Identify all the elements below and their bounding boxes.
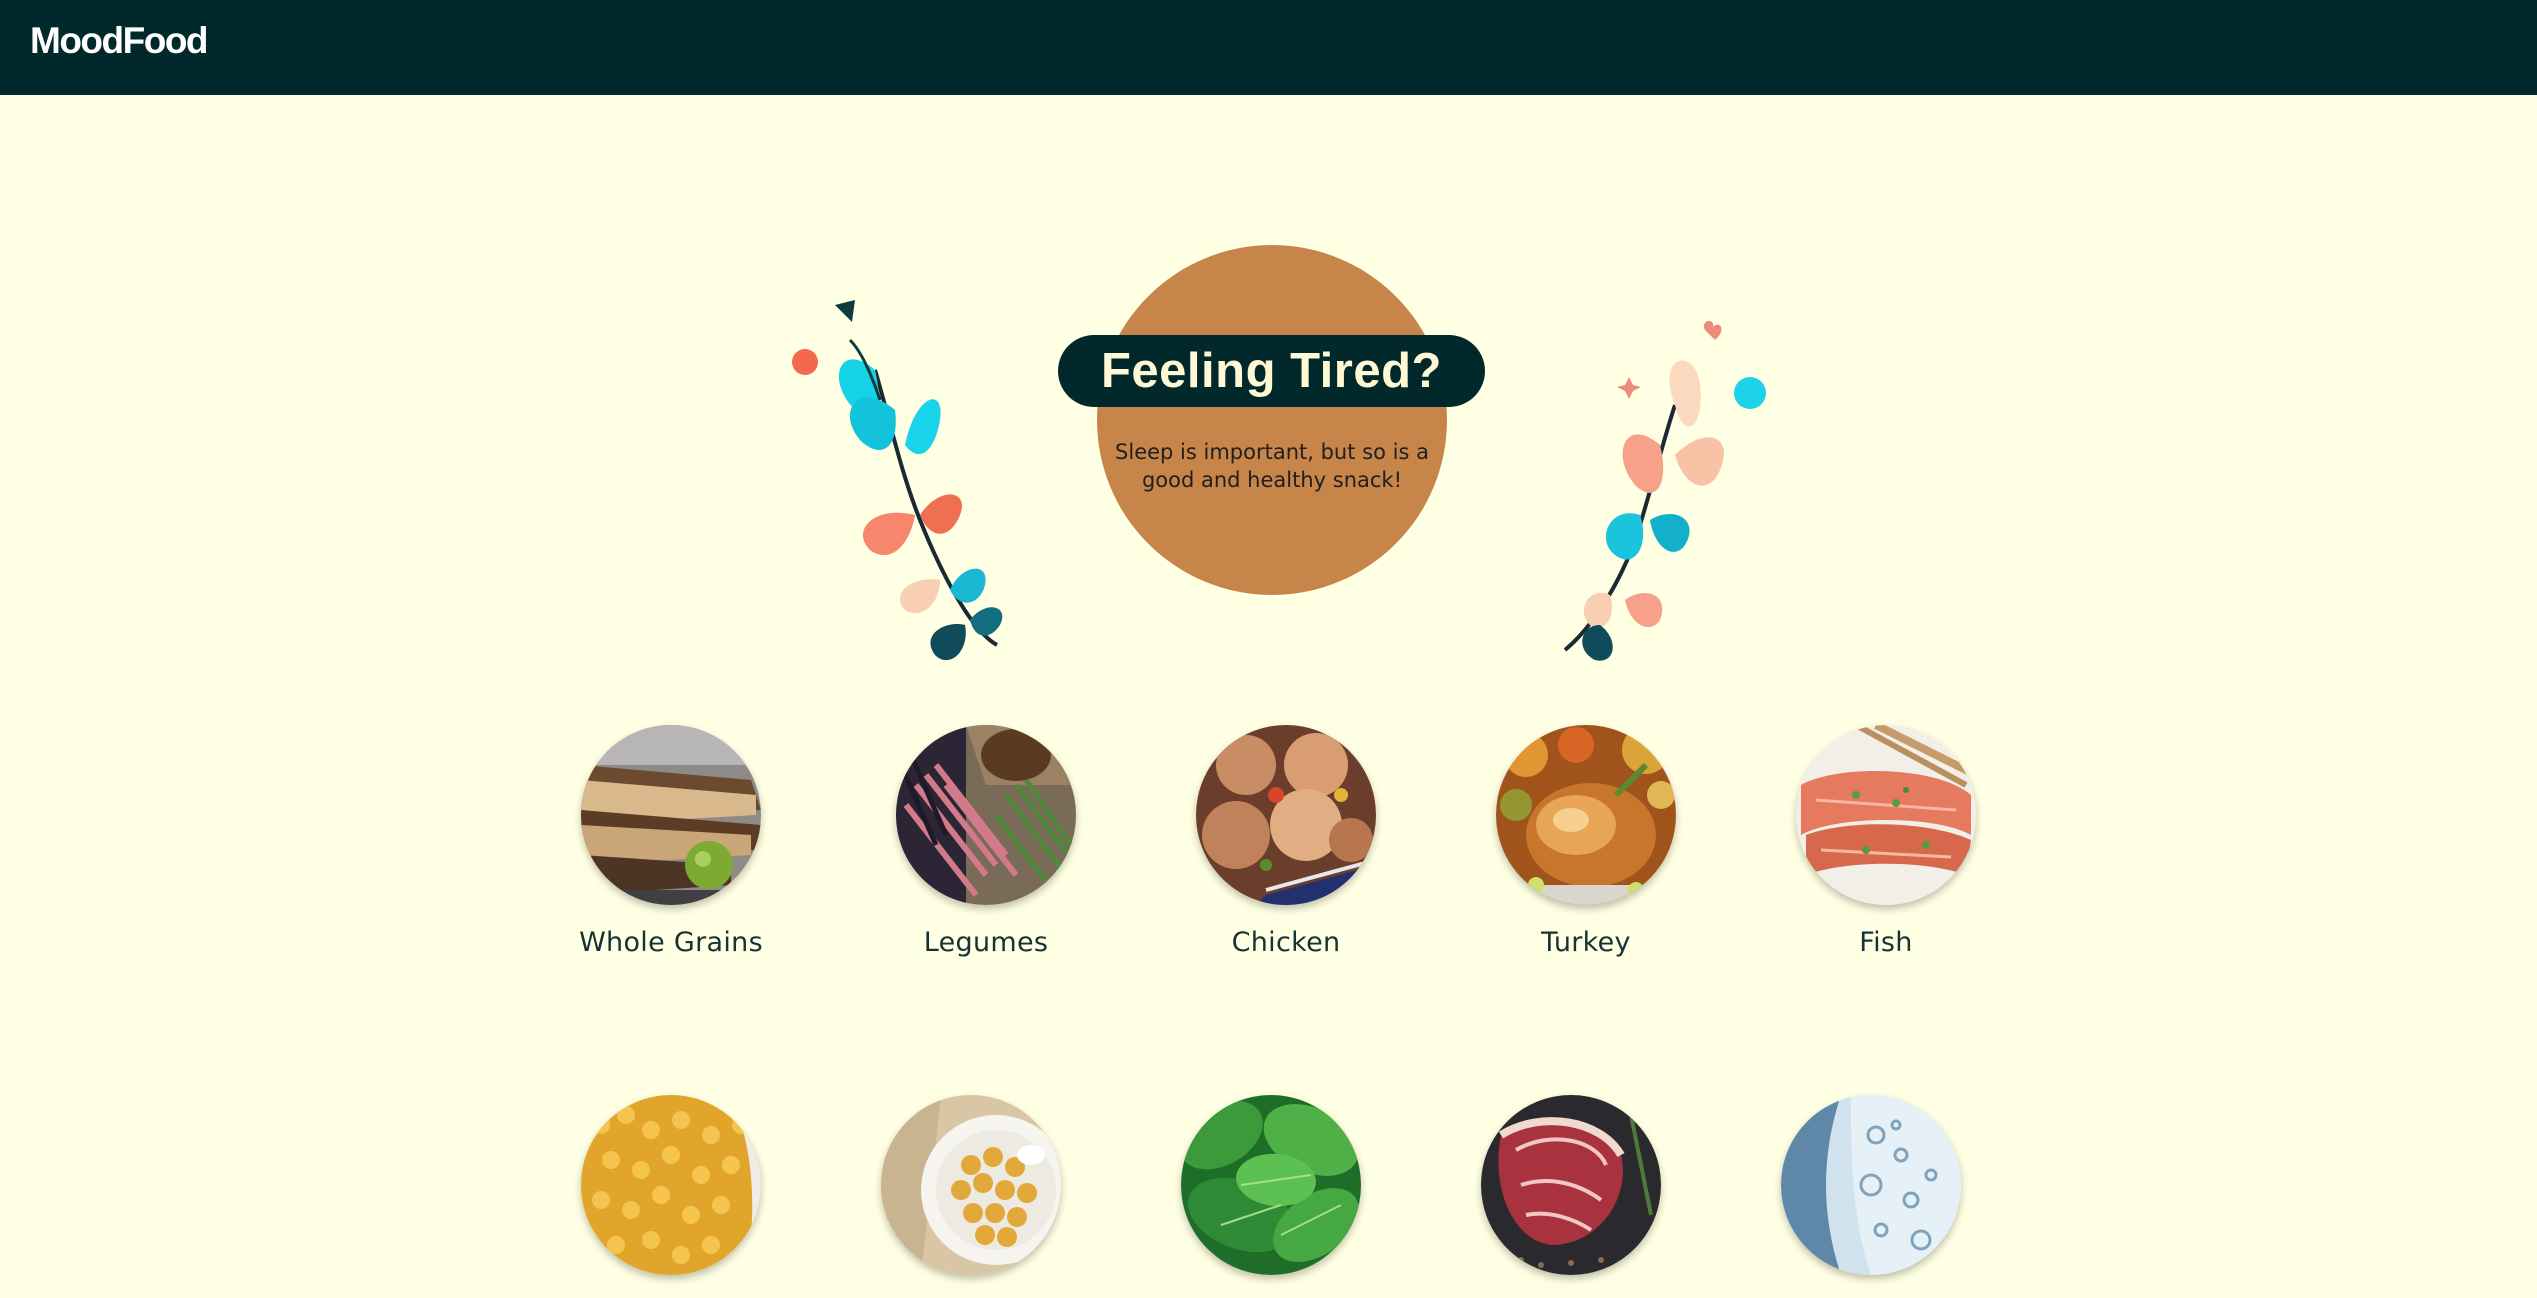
hero-subtitle: Sleep is important, but so is a good and… [1115,440,1429,492]
spinach-leaves-image [1181,1095,1361,1275]
left-plant-illustration [792,300,1003,661]
food-card-turkey[interactable]: Turkey [1466,725,1706,958]
brand-logo[interactable]: MoodFood [30,20,209,62]
navbar: MoodFood [0,0,2537,95]
sparkling-water-image [1781,1095,1961,1275]
right-plant-illustration [1563,320,1766,661]
hero-circle [1097,245,1447,595]
food-label: Fish [1859,927,1913,958]
food-card-water[interactable] [1751,1095,1991,1297]
food-card-split-peas[interactable] [551,1095,791,1297]
food-card-chickpeas[interactable] [851,1095,1091,1297]
whole-grain-bread-image [581,725,761,905]
roast-turkey-image [1496,725,1676,905]
hero-title: Feeling Tired? [1101,344,1442,398]
food-label: Turkey [1541,927,1631,958]
salmon-fillet-image [1796,725,1976,905]
roast-chicken-image [1196,725,1376,905]
food-card-spinach[interactable] [1151,1095,1391,1297]
split-peas-image [581,1095,761,1275]
chickpeas-bowl-image [881,1095,1061,1275]
food-label: Chicken [1231,927,1341,958]
raw-steak-image [1481,1095,1661,1275]
legumes-image [896,725,1076,905]
food-card-chicken[interactable]: Chicken [1166,725,1406,958]
hero-title-pill: Feeling Tired? [1058,335,1485,407]
food-card-legumes[interactable]: Legumes [866,725,1106,958]
food-card-fish[interactable]: Fish [1766,725,2006,958]
food-label: Whole Grains [579,927,763,958]
food-card-steak[interactable] [1451,1095,1691,1297]
food-label: Legumes [923,927,1049,958]
food-card-whole-grains[interactable]: Whole Grains [551,725,791,958]
hero-section: Feeling Tired? Sleep is important, but s… [0,95,2537,661]
